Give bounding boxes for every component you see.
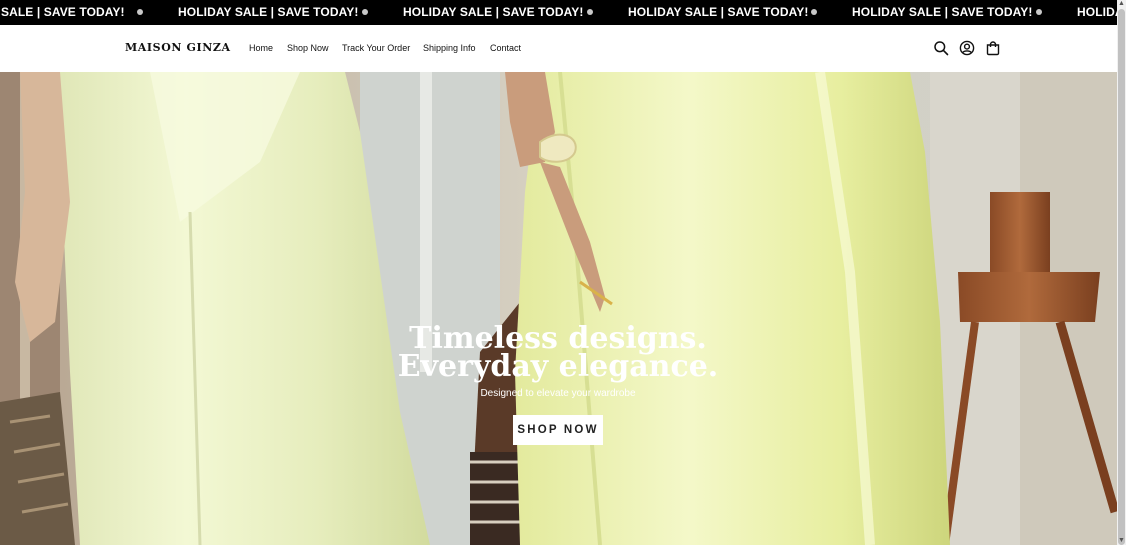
separator-dot-icon: [137, 9, 143, 15]
scroll-down-icon[interactable]: ▼: [1117, 537, 1126, 545]
scroll-up-icon[interactable]: ▲: [1117, 0, 1126, 8]
announcement-text: HOLIDAY SALE | SAVE TODAY!: [403, 5, 584, 19]
announcement-bar: SALE | SAVE TODAY! HOLIDAY SALE | SAVE T…: [0, 0, 1117, 25]
announcement-text: HOLIDAY SALE | SAVE TODAY!: [178, 5, 359, 19]
separator-dot-icon: [362, 9, 368, 15]
announcement-text: HOLIDA: [1077, 5, 1117, 19]
nav-shipping-info[interactable]: Shipping Info: [423, 43, 476, 53]
nav-contact[interactable]: Contact: [490, 43, 521, 53]
announcement-text: SALE | SAVE TODAY!: [1, 5, 125, 19]
account-icon[interactable]: [959, 40, 975, 56]
hero-title: Timeless designs. Everyday elegance.: [397, 321, 719, 384]
nav-track-order[interactable]: Track Your Order: [342, 43, 410, 53]
search-icon[interactable]: [933, 40, 949, 56]
hero-subtitle: Designed to elevate your wardrobe: [480, 388, 636, 399]
separator-dot-icon: [1036, 9, 1042, 15]
nav-shop-now[interactable]: Shop Now: [287, 43, 329, 53]
scrollbar-thumb[interactable]: [1118, 9, 1125, 545]
cart-icon[interactable]: [985, 40, 1001, 56]
announcement-text: HOLIDAY SALE | SAVE TODAY!: [628, 5, 809, 19]
hero-image: [0, 72, 1117, 545]
separator-dot-icon: [587, 9, 593, 15]
announcement-track: SALE | SAVE TODAY! HOLIDAY SALE | SAVE T…: [0, 0, 1117, 25]
shop-now-button[interactable]: SHOP NOW: [513, 415, 603, 445]
site-logo[interactable]: MAISON GINZA: [125, 41, 231, 54]
page-scrollbar[interactable]: ▲ ▼: [1117, 0, 1126, 545]
announcement-text: HOLIDAY SALE | SAVE TODAY!: [852, 5, 1033, 19]
hero-banner: Timeless designs. Everyday elegance. Des…: [0, 72, 1117, 545]
nav-home[interactable]: Home: [249, 43, 273, 53]
separator-dot-icon: [811, 9, 817, 15]
site-header: MAISON GINZA Home Shop Now Track Your Or…: [0, 25, 1117, 72]
